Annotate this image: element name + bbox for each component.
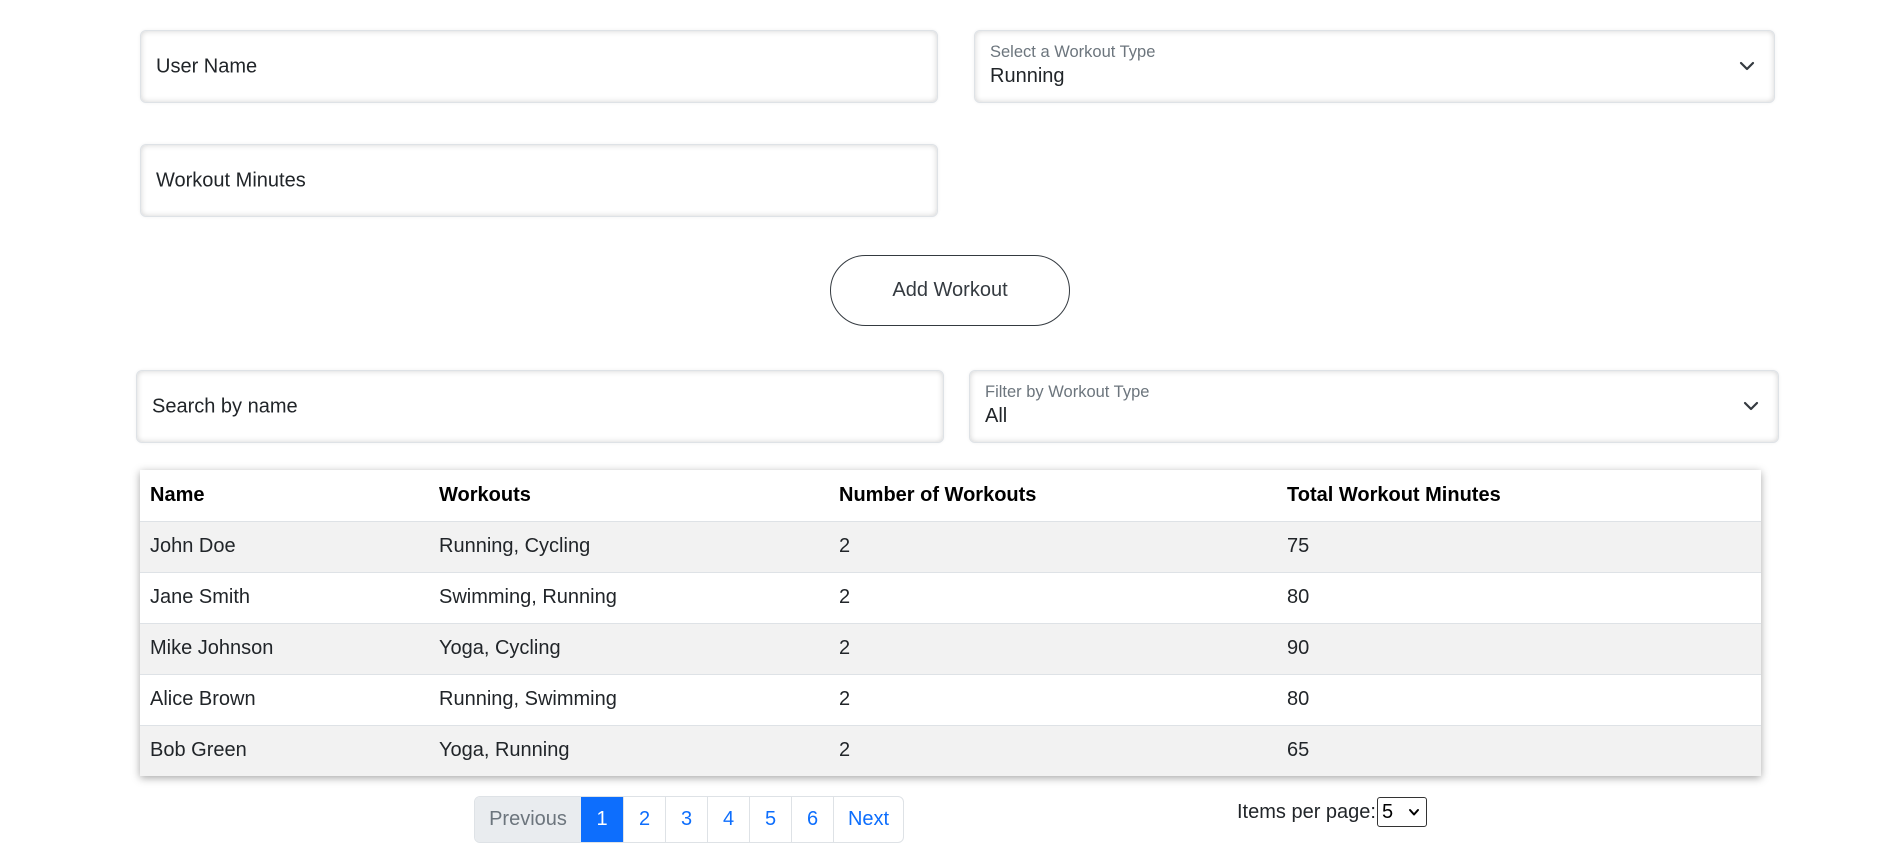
table-row: Mike Johnson Yoga, Cycling 2 90	[140, 622, 1761, 674]
cell-name: Alice Brown	[140, 673, 429, 725]
cell-total-minutes: 65	[1277, 724, 1761, 776]
cell-total-minutes: 75	[1277, 520, 1761, 572]
search-input[interactable]: Search by name	[136, 370, 944, 443]
workout-minutes-placeholder: Workout Minutes	[156, 169, 306, 191]
cell-total-minutes: 80	[1277, 571, 1761, 623]
cell-number-of-workouts: 2	[829, 571, 1277, 623]
workout-type-label: Select a Workout Type	[990, 43, 1156, 61]
workout-type-filter-select[interactable]: Filter by Workout Type All	[969, 370, 1779, 443]
cell-workouts: Swimming, Running	[429, 571, 829, 623]
cell-number-of-workouts: 2	[829, 724, 1277, 776]
column-header-name[interactable]: Name	[140, 470, 429, 521]
pagination-page-3[interactable]: 3	[665, 797, 707, 842]
items-per-page: Items per page: 5	[1237, 796, 1427, 828]
pagination-next-button[interactable]: Next	[833, 797, 903, 842]
pagination-page-4[interactable]: 4	[707, 797, 749, 842]
table-row: Jane Smith Swimming, Running 2 80	[140, 571, 1761, 623]
cell-total-minutes: 90	[1277, 622, 1761, 674]
workouts-table: Name Workouts Number of Workouts Total W…	[140, 470, 1761, 776]
column-header-workouts[interactable]: Workouts	[429, 470, 829, 521]
pagination-previous-button[interactable]: Previous	[475, 797, 581, 842]
pagination-page-1[interactable]: 1	[581, 797, 623, 842]
cell-workouts: Running, Swimming	[429, 673, 829, 725]
cell-name: Jane Smith	[140, 571, 429, 623]
cell-workouts: Yoga, Running	[429, 724, 829, 776]
cell-name: John Doe	[140, 520, 429, 572]
column-header-number-of-workouts[interactable]: Number of Workouts	[829, 470, 1277, 521]
user-name-placeholder: User Name	[156, 55, 258, 77]
pagination: Previous 1 2 3 4 5 6 Next	[474, 796, 904, 843]
items-per-page-label: Items per page:	[1237, 800, 1376, 823]
workout-tracker-page: User Name Select a Workout Type Running …	[0, 0, 1894, 863]
table-row: John Doe Running, Cycling 2 75	[140, 520, 1761, 572]
table-row: Alice Brown Running, Swimming 2 80	[140, 673, 1761, 725]
cell-name: Bob Green	[140, 724, 429, 776]
workout-type-select[interactable]: Select a Workout Type Running	[974, 30, 1775, 103]
pagination-page-5[interactable]: 5	[749, 797, 791, 842]
workout-minutes-input[interactable]: Workout Minutes	[140, 144, 938, 217]
table-row: Bob Green Yoga, Running 2 65	[140, 724, 1761, 776]
chevron-down-icon	[1743, 401, 1759, 410]
cell-workouts: Yoga, Cycling	[429, 622, 829, 674]
pagination-page-2[interactable]: 2	[623, 797, 665, 842]
search-placeholder: Search by name	[152, 395, 298, 417]
pagination-page-6[interactable]: 6	[791, 797, 833, 842]
items-per-page-select[interactable]: 5	[1376, 797, 1427, 827]
user-name-input[interactable]: User Name	[140, 30, 938, 103]
column-header-total-minutes[interactable]: Total Workout Minutes	[1277, 470, 1761, 521]
cell-workouts: Running, Cycling	[429, 520, 829, 572]
items-per-page-value: 5	[1381, 800, 1394, 823]
add-workout-button[interactable]: Add Workout	[830, 255, 1070, 326]
cell-number-of-workouts: 2	[829, 622, 1277, 674]
workout-type-value: Running	[990, 65, 1065, 87]
filter-value: All	[985, 405, 1008, 427]
cell-number-of-workouts: 2	[829, 520, 1277, 572]
chevron-down-icon	[1408, 808, 1419, 815]
cell-total-minutes: 80	[1277, 673, 1761, 725]
filter-label: Filter by Workout Type	[985, 383, 1150, 401]
table-header-row: Name Workouts Number of Workouts Total W…	[140, 470, 1761, 521]
cell-number-of-workouts: 2	[829, 673, 1277, 725]
chevron-down-icon	[1739, 61, 1755, 70]
cell-name: Mike Johnson	[140, 622, 429, 674]
